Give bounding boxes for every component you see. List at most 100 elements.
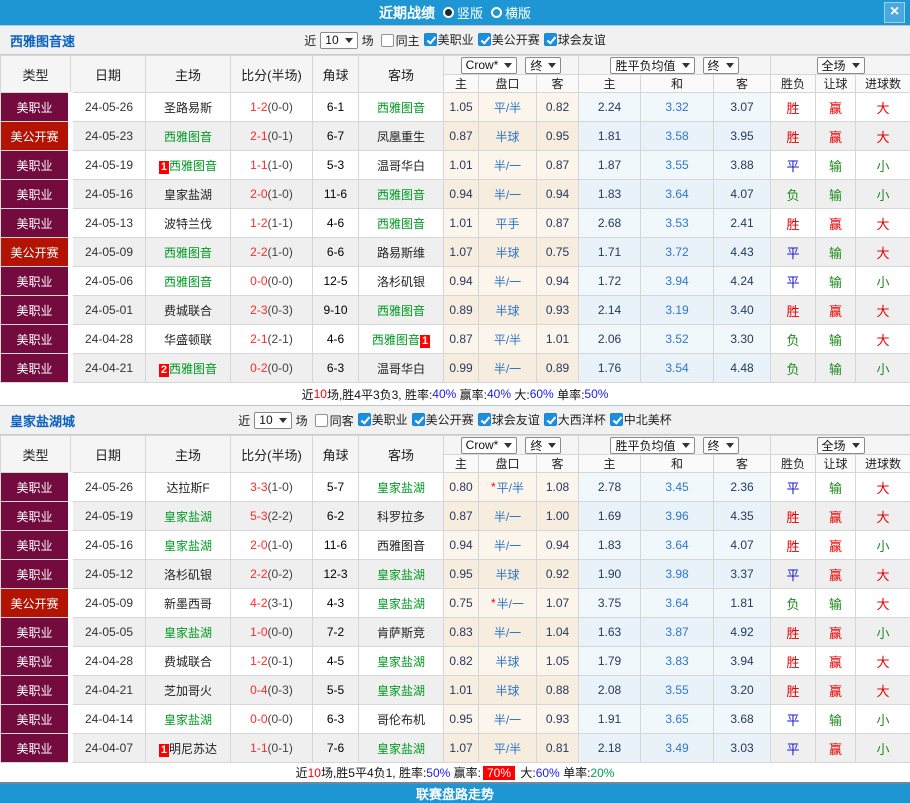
match-count-value: 10 [325,33,338,47]
full-time-score: 4-2 [250,596,267,610]
league-label[interactable]: 美职业 [372,411,408,428]
team-name: 明尼苏达 [169,742,217,756]
away-team-cell: 西雅图音 [359,93,444,122]
avg-final-select[interactable]: 终 [703,57,739,74]
scope-select[interactable]: 全场 [817,437,865,454]
radio-vertical-layout[interactable] [443,7,454,18]
full-time-score: 1-0 [250,625,267,639]
handicap-cell: *平/半 [479,473,537,502]
handicap-cell: 半/一 [479,151,537,180]
result-cell: 平 [771,151,816,180]
corner-cell: 9-10 [313,296,359,325]
league-trend-button[interactable]: 联赛盘路走势 [0,782,910,803]
summary-segment: 单率: [554,386,585,403]
handicap-result-cell: 输 [816,151,856,180]
scope-select[interactable]: 全场 [817,57,865,74]
radio-horizontal-layout[interactable] [491,7,502,18]
league-checkbox[interactable] [544,413,557,426]
league-label[interactable]: 球会友谊 [558,31,606,48]
crow-odds-select[interactable]: Crow* [461,437,518,454]
home-team-cell: 华盛顿联 [146,325,231,354]
league-checkbox[interactable] [478,33,491,46]
league-label[interactable]: 球会友谊 [492,411,540,428]
avg-away-cell: 4.07 [714,531,771,560]
league-label[interactable]: 中北美杯 [624,411,672,428]
col-type: 类型 [1,56,71,93]
match-row: 美职业24-04-28费城联合1-2(0-1)4-5皇家盐湖0.82半球1.05… [1,647,910,676]
league-checkbox[interactable] [544,33,557,46]
avg-final-select[interactable]: 终 [703,437,739,454]
close-icon[interactable]: × [884,2,905,23]
subcol-away-odds: 客 [537,75,579,93]
match-count-select[interactable]: 10 [254,412,291,429]
handicap-cell: 半球 [479,122,537,151]
match-row: 美职业24-05-16皇家盐湖2-0(1-0)11-6西雅图音0.94半/一0.… [1,180,910,209]
score-cell: 1-2(0-0) [231,93,313,122]
home-team-cell: 2西雅图音 [146,354,231,383]
score-cell: 2-1(2-1) [231,325,313,354]
result-cell: 胜 [771,647,816,676]
league-label[interactable]: 美公开赛 [492,31,540,48]
asterisk-marker: * [491,596,496,610]
away-team-cell: 皇家盐湖 [359,560,444,589]
summary-segment: 40% [487,387,511,401]
crow-final-select[interactable]: 终 [525,57,561,74]
league-label[interactable]: 美职业 [438,31,474,48]
result-cell: 胜 [771,618,816,647]
near-label: 近 [238,412,250,429]
avg-away-cell: 4.35 [714,502,771,531]
avg-away-cell: 4.48 [714,354,771,383]
same-venue-checkbox[interactable] [315,414,328,427]
score-cell: 0-0(0-0) [231,267,313,296]
away-odds-cell: 0.93 [537,705,579,734]
crow-final-select[interactable]: 终 [525,437,561,454]
radio-horizontal-label[interactable]: 横版 [505,3,531,22]
avg-draw-cell: 3.64 [641,180,714,209]
match-count-select[interactable]: 10 [320,32,357,49]
same-venue-label[interactable]: 同主 [396,32,420,49]
full-time-score: 2-1 [250,332,267,346]
league-type-cell: 美职业 [1,647,71,676]
league-label[interactable]: 大西洋杯 [558,411,606,428]
avg-home-cell: 2.18 [579,734,641,763]
away-odds-cell: 0.94 [537,531,579,560]
avg-away-cell: 1.81 [714,589,771,618]
corner-cell: 4-3 [313,589,359,618]
goals-result-cell: 大 [856,589,910,618]
team-name: 西雅图音 [377,304,425,318]
same-venue-checkbox[interactable] [381,34,394,47]
same-venue-label[interactable]: 同客 [330,412,354,429]
avg-odds-select[interactable]: 胜平负均值 [610,57,694,74]
league-label[interactable]: 美公开赛 [426,411,474,428]
corner-cell: 6-3 [313,705,359,734]
col-away: 客场 [359,436,444,473]
team-name: 西雅图音 [372,333,420,347]
summary-segment: 20% [590,766,614,780]
league-checkbox[interactable] [424,33,437,46]
goals-result-cell: 大 [856,502,910,531]
league-filter-item: 中北美杯 [606,411,672,428]
subcol-result: 胜负 [771,75,816,93]
score-cell: 1-2(0-1) [231,647,313,676]
handicap-cell: 平手 [479,209,537,238]
away-team-cell: 肯萨斯竞 [359,618,444,647]
league-checkbox[interactable] [610,413,623,426]
league-checkbox[interactable] [358,413,371,426]
full-time-score: 2-0 [250,538,267,552]
team-name: 达拉斯F [166,481,209,495]
handicap-cell: 半/一 [479,180,537,209]
home-odds-cell: 1.01 [444,151,479,180]
match-row: 美职业24-04-28华盛顿联2-1(2-1)4-6西雅图音10.87平/半1.… [1,325,910,354]
avg-odds-select[interactable]: 胜平负均值 [610,437,694,454]
handicap-result-cell: 输 [816,589,856,618]
radio-vertical-label[interactable]: 竖版 [457,3,483,22]
crow-odds-select[interactable]: Crow* [461,57,518,74]
goals-result-cell: 大 [856,209,910,238]
half-time-score: (0-0) [268,100,293,114]
league-checkbox[interactable] [478,413,491,426]
summary-segment: 近 [296,764,308,781]
avg-away-cell: 3.88 [714,151,771,180]
league-checkbox[interactable] [412,413,425,426]
league-type-cell: 美公开赛 [1,122,71,151]
home-team-cell: 皇家盐湖 [146,180,231,209]
